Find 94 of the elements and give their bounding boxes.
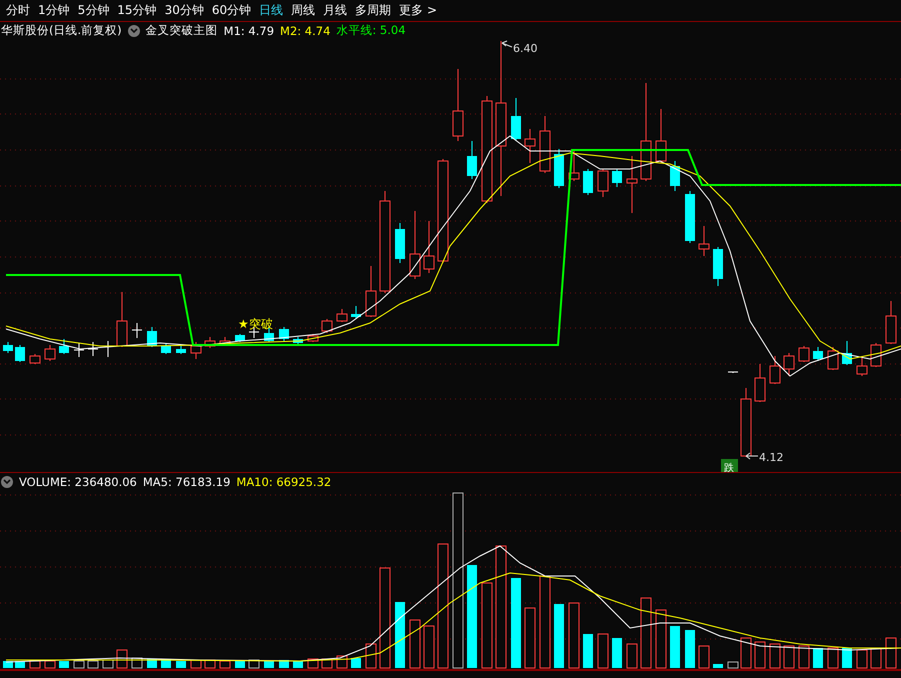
period-tab[interactable]: 月线 [319,2,352,19]
volume-bar [612,638,622,668]
candlestick [626,156,638,214]
candlestick [524,128,536,164]
volume-bar [685,630,695,668]
volume-value: MA10: 66925.32 [236,474,332,488]
indicator-value: M1: 4.79 [224,24,274,38]
candlestick [366,266,376,318]
candlestick [754,364,766,402]
candlestick [395,222,405,264]
low-marker-arrow [746,452,758,460]
stock-title: 华斯股份(日线.前复权) [1,23,122,38]
candlestick [685,190,695,244]
candlestick [322,318,332,334]
candlestick [176,346,186,354]
candlestick [190,342,202,360]
candlestick [770,356,780,384]
candlestick [424,220,434,274]
indicator-value: 水平线: 5.04 [336,23,406,38]
volume-bar [670,626,680,668]
candlestick [886,300,896,344]
candlestick [511,98,521,142]
high-marker-arrow [502,40,512,48]
volume-value: MA5: 76183.19 [142,474,230,488]
volume-bar [351,658,361,668]
low-price-label: 4.12 [759,451,784,464]
candlestick [728,372,738,374]
candlestick [147,326,157,348]
candlestick [410,210,420,280]
candlestick [568,150,580,182]
candlestick [540,116,550,174]
candlestick [554,148,564,188]
candlestick [88,342,98,356]
candlestick [15,344,25,362]
volume-bar [235,661,245,668]
candlestick [713,246,723,286]
candlestick [828,346,838,370]
chevron-down-icon[interactable] [1,476,13,488]
candlestick [30,354,40,364]
candlestick [59,338,69,354]
candlestick [870,342,882,368]
chevron-down-icon[interactable] [128,24,140,36]
candlestick [612,168,622,188]
volume-value: VOLUME: 236480.06 [19,474,137,488]
period-tab[interactable]: 15分钟 [113,2,161,19]
period-tab[interactable]: 30分钟 [160,2,208,19]
period-tab[interactable]: 日线 [255,2,288,19]
candlestick [264,328,274,342]
volume-bar [3,661,13,668]
volume-bar [59,661,69,668]
volume-bar [176,661,186,668]
drop-signal: 跌 [721,459,738,472]
period-tab[interactable]: 1分钟 [34,2,74,19]
period-tab[interactable]: 周线 [287,2,320,19]
candlestick [336,308,348,322]
candlestick [293,336,303,346]
candlestick [583,168,593,196]
candlestick [856,358,868,376]
candlestick [44,344,56,362]
candlestick [235,334,245,342]
candlestick [161,342,171,354]
candlestick [351,306,361,320]
volume-bar [554,604,564,668]
period-tab[interactable]: 更多 > [395,2,441,19]
high-price-label: 6.40 [513,42,538,55]
volume-bar [842,648,852,668]
candlestick [842,340,852,366]
candlestick [116,292,128,348]
candlestick [798,346,810,362]
candlestick [467,140,477,180]
candlestick [598,168,608,198]
candlestick [698,226,710,256]
period-tab[interactable]: 分时 [2,2,34,19]
period-tab[interactable]: 5分钟 [74,2,114,19]
period-tab[interactable]: 60分钟 [208,2,256,19]
candlestick [3,342,13,354]
candlestick [813,346,823,362]
candlestick [670,160,680,192]
volume-bar [583,634,593,668]
volume-bar [713,664,723,668]
candlestick [74,342,84,358]
candlestick [308,334,318,342]
indicator-name: 金叉突破主图 [146,23,218,38]
volume-bar [395,602,405,668]
candlestick [740,388,752,458]
indicator-value: M2: 4.74 [280,24,330,38]
candlestick [132,322,142,338]
candlestick [656,108,666,164]
candlestick [279,326,289,342]
breakout-signal: ★突破 [238,317,273,331]
candlestick [204,336,216,348]
period-tab[interactable]: 多周期 [351,2,396,19]
volume-bar [813,648,823,668]
candlestick [784,352,794,376]
